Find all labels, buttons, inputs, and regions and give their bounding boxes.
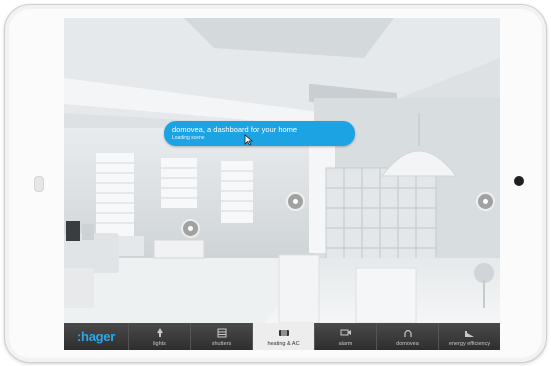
bottom-nav-bar: :hager lights shutters heating & AC alar… [64, 323, 500, 350]
nav-item-energy-efficiency[interactable]: energy efficiency [438, 323, 500, 350]
nav-label-domovea: domovea [396, 341, 419, 347]
mouse-cursor-icon [244, 133, 254, 151]
hager-logo[interactable]: :hager [64, 323, 128, 350]
tooltip-subtitle: Loading scene [172, 135, 205, 141]
app-screen: domovea, a dashboard for your home Loadi… [64, 18, 500, 350]
home-button[interactable] [514, 176, 524, 186]
lamp-icon [129, 327, 190, 338]
nav-label-shutters: shutters [211, 341, 232, 347]
hotspot-living-room[interactable] [183, 221, 198, 236]
tooltip-title: domovea, a dashboard for your home [172, 125, 298, 134]
arch-icon [377, 327, 438, 338]
front-camera [34, 176, 44, 192]
nav-item-domovea[interactable]: domovea [376, 323, 438, 350]
nav-label-lights: lights [153, 341, 166, 347]
room-scene-image [64, 18, 500, 323]
nav-item-heating-ac[interactable]: heating & AC [252, 323, 314, 350]
energy-icon [439, 327, 500, 338]
nav-item-shutters[interactable]: shutters [190, 323, 252, 350]
dashboard-tooltip[interactable]: domovea, a dashboard for your home Loadi… [164, 121, 355, 146]
hotspot-right-wall[interactable] [478, 194, 493, 209]
nav-item-lights[interactable]: lights [128, 323, 190, 350]
nav-label-heating-ac: heating & AC [267, 341, 300, 347]
camera-icon [315, 327, 376, 338]
hotspot-dining[interactable] [288, 194, 303, 209]
shutter-icon [191, 327, 252, 338]
heating-icon [253, 327, 314, 338]
nav-label-alarm: alarm [338, 341, 353, 347]
nav-item-alarm[interactable]: alarm [314, 323, 376, 350]
nav-label-energy-efficiency: energy efficiency [448, 341, 491, 347]
